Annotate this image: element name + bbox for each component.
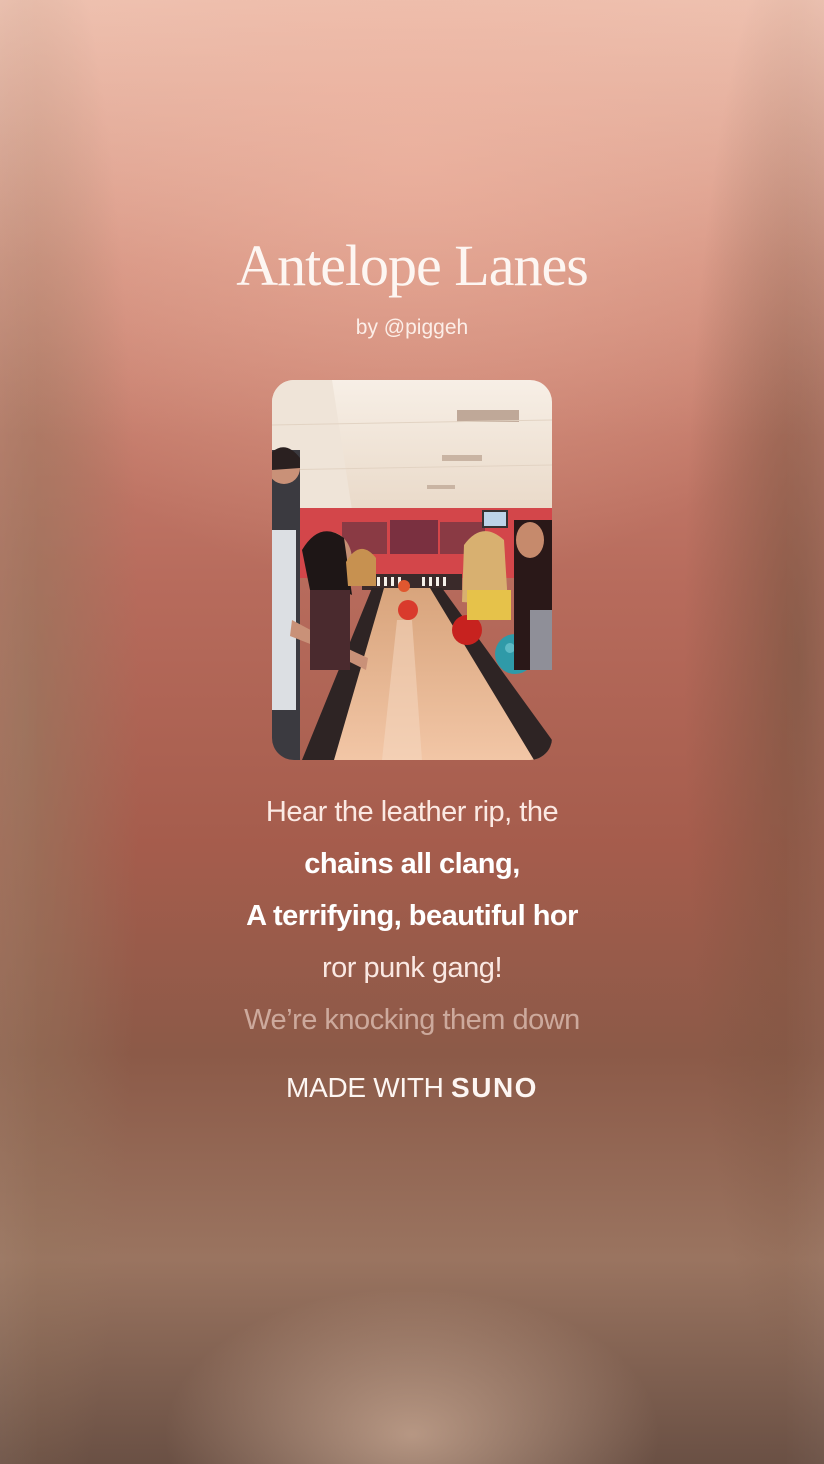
artist-byline[interactable]: by @piggeh [0, 316, 824, 340]
lyric-line: Hear the leather rip, the [265, 796, 559, 828]
made-with-label: MADE WITH [286, 1072, 444, 1103]
song-title: Antelope Lanes [236, 233, 589, 298]
lyric-line-active: chains all clang, [304, 848, 520, 880]
made-with-suno-badge[interactable]: MADE WITH SUNO [0, 1072, 824, 1104]
lyric-line-active: A terrifying, beautiful hor [246, 900, 578, 932]
bowling-alley-photo-icon [272, 380, 552, 760]
cover-art[interactable] [272, 380, 552, 760]
lyrics-panel: Hear the leather rip, the chains all cla… [0, 786, 824, 1046]
suno-logo: SUNO [451, 1072, 538, 1103]
lyric-line-upcoming: We’re knocking them down [244, 1004, 580, 1036]
lyric-line: ror punk gang! [321, 952, 503, 984]
